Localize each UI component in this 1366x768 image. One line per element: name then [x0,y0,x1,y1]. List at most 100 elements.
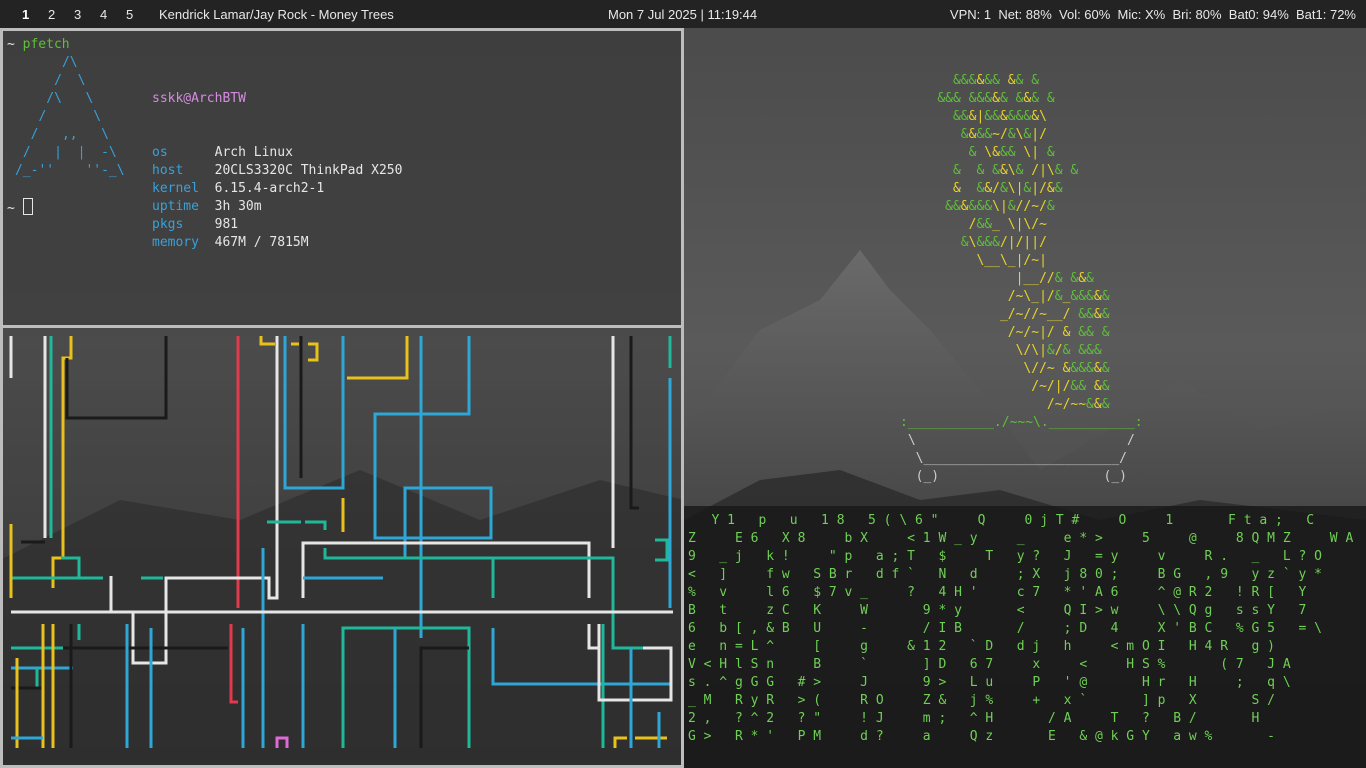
pipes-animation [9,336,673,748]
tree-line: /~\_|/&_&&&&& [1007,289,1110,304]
info-value: 3h 30m [214,199,262,214]
pipe-white [301,541,591,598]
pipe-teal [655,538,669,562]
tree-line: \//~ &&&&&& [1023,361,1110,376]
pipe-yellow [613,736,627,748]
tree-line: & \&&& \| & [968,145,1055,160]
info-value: 6.15.4-arch2-1 [214,181,325,196]
workspace-2[interactable]: 2 [48,7,55,22]
matrix-row: s . ^ g G G # > J 9 > L u P ' @ H r H ; … [688,675,1291,690]
terminal-cmatrix[interactable]: Y 1 p u 1 8 5 ( \ 6 " Q 0 j T # O 1 F t … [684,506,1366,768]
pfetch-info: sskk@ArchBTW os Arch Linux host 20CLS3320… [152,54,402,288]
matrix-row: % v l 6 $ 7 v _ ? 4 H ' c 7 * ' A 6 ^ @ … [688,585,1307,600]
command-line: ~ pfetch [7,36,70,54]
tree-line: &&& &&&&& &&& & [937,91,1055,106]
matrix-row: Z E 6 X 8 b X < 1 W _ y _ e * > 5 @ 8 Q … [688,531,1354,546]
pipe-black [629,336,639,510]
pipe-black [419,646,469,748]
info-value: Arch Linux [214,145,293,160]
prompt: ~ [7,37,15,52]
workspace-3[interactable]: 3 [74,7,81,22]
pipe-red [229,624,238,704]
user-host: sskk@ArchBTW [152,91,246,106]
info-label: memory [152,235,215,250]
logo-line: /\ \ [15,91,94,106]
command: pfetch [22,37,70,52]
bonsai-pot: :___________./~~~\.___________: \ / \___… [900,414,1143,486]
info-label: host [152,163,215,178]
info-row-os: os Arch Linux [152,144,402,162]
logo-line: / | | -\ [15,145,117,160]
pipe-black [65,336,168,420]
pipe-blue [373,336,493,558]
logo-line: / \ [15,73,86,88]
workspace-1[interactable]: 1 [22,7,29,22]
tree-line: _/~//~__/ &&&& [999,307,1110,322]
info-row-host: host 20CLS3320C ThinkPad X250 [152,162,402,180]
matrix-row: 6 b [ , & B U - / I B / ; D 4 X ' B C % … [688,621,1322,636]
tree-line: \/\|&/& &&& [1015,343,1102,358]
tree-line: /~/|/&& && [1031,379,1110,394]
tree-line: &&&|&&&&&&&\ [952,109,1047,124]
pot-line: :___________./~~~\.___________: [900,415,1143,430]
info-row-uptime: uptime 3h 30m [152,198,402,216]
tree-line: |__//& &&& [1015,271,1094,286]
pipe-blue [491,628,671,686]
pipe-teal [341,626,471,748]
tree-line: /~/~|/ & && & [1007,325,1110,340]
pipe-teal [323,548,670,650]
info-value: 20CLS3320C ThinkPad X250 [214,163,403,178]
matrix-row: 9 _ j k ! " p a ; T $ T y ? J = y v R . … [688,549,1322,564]
pipe-yellow [308,342,319,362]
window-title: Kendrick Lamar/Jay Rock - Money Trees [159,7,394,22]
pipe-white [597,624,673,702]
bonsai-tree: &&&&&& && & &&& &&&&& &&& & &&&|&&&&&&&\… [906,72,1110,414]
info-label: os [152,145,215,160]
matrix-row: Y 1 p u 1 8 5 ( \ 6 " Q 0 j T # O 1 F t … [688,513,1315,528]
tree-line: \__\_|/~| [976,253,1047,268]
pot-line: (_) (_) [900,469,1127,484]
pipe-white [109,576,271,665]
tree-line: /~/~~&&& [1046,397,1110,412]
input-line[interactable]: ~ [7,198,33,218]
system-status: VPN: 1 Net: 88% Vol: 60% Mic: X% Bri: 80… [949,7,1356,22]
info-row-memory: memory 467M / 7815M [152,234,402,252]
info-label: kernel [152,181,215,196]
matrix-row: _ M R y R > ( R O Z & j % + x ` ] p X S … [688,693,1275,708]
prompt: ~ [7,201,15,216]
matrix-row: V < H l S n B ` ] D 6 7 x < H S % ( 7 J … [688,657,1291,672]
tree-line: & & &&\& /|\& & [952,163,1079,178]
matrix-row: B t z C K W 9 * y < Q I > w \ \ Q g s s … [688,603,1307,618]
pipe-pink [275,736,289,748]
info-value: 981 [214,217,239,232]
info-row-kernel: kernel 6.15.4-arch2-1 [152,180,402,198]
info-row-pkgs: pkgs 981 [152,216,402,234]
matrix-row: 2 , ? ^ 2 ? " ! J m ; ^ H / A T ? B / H [688,711,1260,726]
tree-line: &&&&&& && & [952,73,1040,88]
text-cursor [22,198,33,215]
logo-line: /\ [15,55,78,70]
logo-line: / ,, \ [15,127,109,142]
info-value: 467M / 7815M [214,235,309,250]
tree-line: &\&&&/|/||/ [960,235,1047,250]
info-label: uptime [152,199,215,214]
tree-line: &&&&&&\|&//~/& [945,199,1055,214]
tree-line: /&&_ \|\/~ [968,217,1047,232]
pot-line: \_________________________/ [900,451,1127,466]
tree-line: & &&/&\|&|/&& [952,181,1063,196]
pipe-teal [61,556,81,578]
pipe-teal [305,520,327,530]
pot-line: \ / [900,433,1135,448]
pipe-white [267,336,279,600]
pipe-yellow [259,336,275,346]
clock: Mon 7 Jul 2025 | 11:19:44 [608,7,758,22]
workspace-5[interactable]: 5 [126,7,133,22]
pipe-yellow [347,336,409,380]
tree-line: &&&&~/&\&|/ [960,127,1047,142]
terminal-pipes[interactable] [0,326,684,768]
status-bar: 1 2 3 4 5 Kendrick Lamar/Jay Rock - Mone… [0,0,1366,28]
matrix-rain: Y 1 p u 1 8 5 ( \ 6 " Q 0 j T # O 1 F t … [688,512,1353,746]
terminal-pfetch[interactable]: ~ pfetch /\ / \ /\ \ / \ / ,, \ / | | -\… [0,28,684,328]
arch-logo: /\ / \ /\ \ / \ / ,, \ / | | -\ /_-'' ''-… [15,54,125,180]
workspace-4[interactable]: 4 [100,7,107,22]
